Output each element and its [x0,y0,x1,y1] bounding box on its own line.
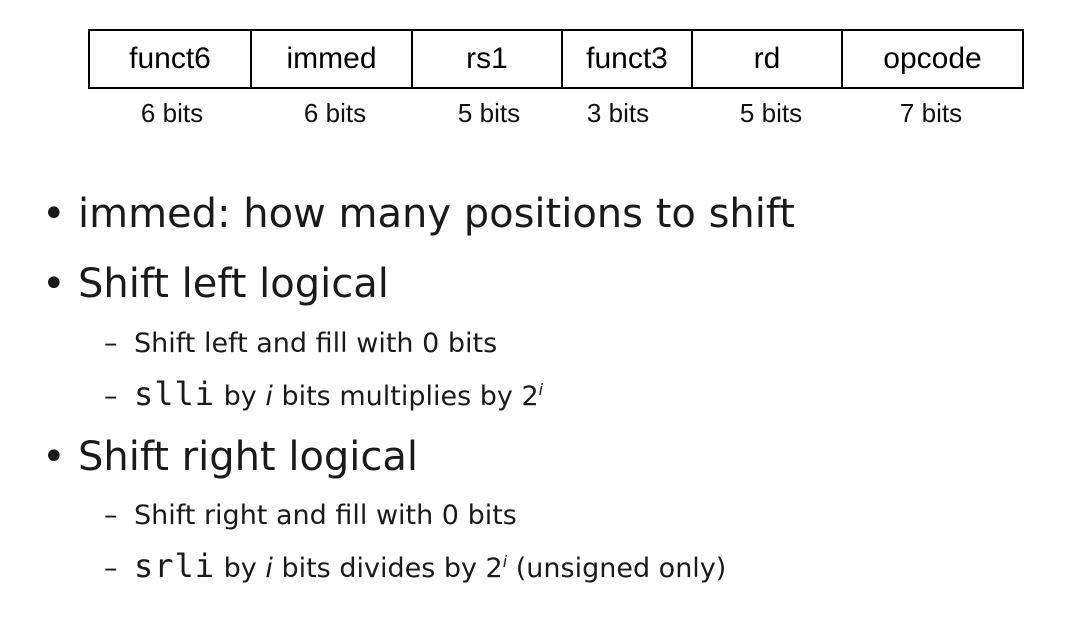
var-i: i [265,381,273,412]
subbullet-text: Shift left and fill with 0 bits [134,328,498,359]
bullet-text: Shift right logical [78,434,419,480]
var-i: i [265,553,273,584]
text-by: by [215,381,266,412]
bullet-dot: • [42,191,66,237]
bullet-dot: • [42,261,66,307]
code-slli: slli [134,375,216,413]
bullet-text: immed: how many positions to shift [78,191,795,237]
text-by: by [215,553,266,584]
bullet-immed: • immed: how many positions to shift [42,190,795,238]
subbullet-srli: – srli by i bits divides by 2i (unsigned … [104,549,726,586]
bullet-shift-left: • Shift left logical [42,260,389,308]
dash: – [104,553,118,584]
subbullet-text: Shift right and fill with 0 bits [134,500,517,531]
subbullet-shift-left-fill: – Shift left and fill with 0 bits [104,327,497,361]
bullet-list: • immed: how many positions to shift • Shi… [0,0,1079,623]
dash: – [104,381,118,412]
bullet-dot: • [42,434,66,480]
dash: – [104,500,118,531]
bullet-shift-right: • Shift right logical [42,433,418,481]
exponent-i: i [538,380,544,399]
code-srli: srli [134,547,216,585]
subbullet-shift-right-fill: – Shift right and fill with 0 bits [104,499,517,533]
bullet-text: Shift left logical [78,261,389,307]
text-unsigned-only: (unsigned only) [507,553,727,584]
text-multiplies: bits multiplies by 2 [272,381,539,412]
subbullet-slli: – slli by i bits multiplies by 2i [104,377,543,414]
dash: – [104,328,118,359]
text-divides: bits divides by 2 [272,553,503,584]
